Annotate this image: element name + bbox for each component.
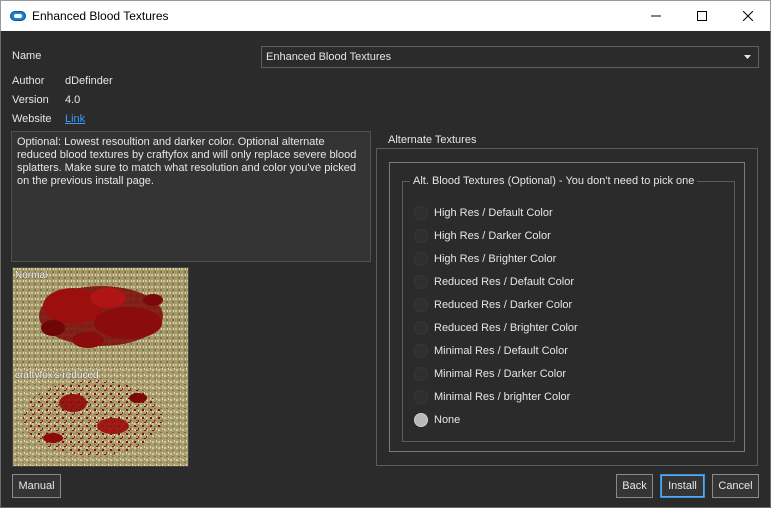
close-button[interactable]: [725, 1, 771, 31]
option-high-res-darker[interactable]: High Res / Darker Color: [414, 227, 551, 245]
option-reduced-res-default[interactable]: Reduced Res / Default Color: [414, 273, 574, 291]
option-label: Reduced Res / Default Color: [434, 276, 575, 288]
preview-reduced-image: [13, 368, 188, 466]
option-label: Minimal Res / Darker Color: [434, 368, 567, 380]
radio-button[interactable]: [414, 298, 428, 312]
option-label: Minimal Res / Default Color: [434, 345, 568, 357]
alt-blood-textures-title: Alt. Blood Textures (Optional) - You don…: [410, 175, 698, 187]
option-minimal-res-default[interactable]: Minimal Res / Default Color: [414, 342, 568, 360]
preview-normal-label: Normal: [15, 270, 48, 281]
maximize-icon: [697, 11, 707, 21]
option-label: High Res / Darker Color: [434, 230, 551, 242]
window-title: Enhanced Blood Textures: [32, 9, 169, 23]
radio-button[interactable]: [414, 229, 428, 243]
preview-normal: Normal: [13, 268, 188, 368]
option-minimal-res-darker[interactable]: Minimal Res / Darker Color: [414, 365, 566, 383]
radio-button[interactable]: [414, 275, 428, 289]
preview-reduced: craftyfox's reduced: [13, 368, 188, 466]
option-none[interactable]: None: [414, 411, 460, 429]
title-bar: Enhanced Blood Textures: [0, 0, 771, 31]
option-label: High Res / Default Color: [434, 207, 553, 219]
option-label: High Res / Brighter Color: [434, 253, 557, 265]
preview-image: Normal craftyfox's reduced: [12, 267, 189, 467]
option-label: Reduced Res / Darker Color: [434, 299, 573, 311]
minimize-button[interactable]: [633, 1, 679, 31]
radio-button[interactable]: [414, 344, 428, 358]
author-value: dDefinder: [65, 75, 113, 87]
option-reduced-res-brighter[interactable]: Reduced Res / Brighter Color: [414, 319, 578, 337]
preview-reduced-label: craftyfox's reduced: [15, 370, 99, 381]
name-label: Name: [12, 50, 42, 62]
website-link[interactable]: Link: [65, 113, 85, 125]
description-box[interactable]: Optional: Lowest resoultion and darker c…: [11, 131, 371, 262]
option-minimal-res-brighter[interactable]: Minimal Res / brighter Color: [414, 388, 570, 406]
app-icon: [10, 11, 26, 21]
version-label: Version: [12, 94, 49, 106]
name-dropdown-value: Enhanced Blood Textures: [266, 51, 392, 63]
name-dropdown[interactable]: Enhanced Blood Textures: [261, 46, 759, 68]
radio-button[interactable]: [414, 321, 428, 335]
minimize-icon: [651, 15, 661, 17]
website-label: Website: [12, 113, 52, 125]
install-button[interactable]: Install: [660, 474, 705, 498]
close-icon: [743, 11, 753, 21]
author-label: Author: [12, 75, 45, 87]
preview-normal-image: [13, 268, 188, 368]
back-button[interactable]: Back: [616, 474, 653, 498]
radio-button[interactable]: [414, 252, 428, 266]
cancel-button[interactable]: Cancel: [712, 474, 759, 498]
maximize-button[interactable]: [679, 1, 725, 31]
radio-button[interactable]: [414, 413, 428, 427]
option-label: Minimal Res / brighter Color: [434, 391, 571, 403]
option-reduced-res-darker[interactable]: Reduced Res / Darker Color: [414, 296, 572, 314]
manual-button[interactable]: Manual: [12, 474, 61, 498]
radio-button[interactable]: [414, 367, 428, 381]
option-high-res-default[interactable]: High Res / Default Color: [414, 204, 553, 222]
option-label: None: [434, 414, 461, 426]
option-high-res-brighter[interactable]: High Res / Brighter Color: [414, 250, 556, 268]
option-label: Reduced Res / Brighter Color: [434, 322, 578, 334]
chevron-down-icon: [744, 55, 751, 59]
radio-button[interactable]: [414, 206, 428, 220]
radio-button[interactable]: [414, 390, 428, 404]
version-value: 4.0: [65, 94, 81, 106]
alternate-textures-title: Alternate Textures: [385, 134, 480, 146]
